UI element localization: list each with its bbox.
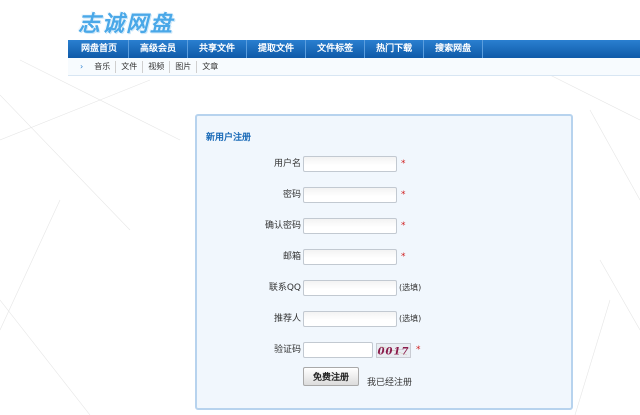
subnav-item-music[interactable]: 音乐 <box>89 60 117 73</box>
password-label: 密码 <box>282 190 301 200</box>
required-mark: * <box>401 221 406 231</box>
captcha-label: 验证码 <box>273 345 301 355</box>
register-panel: 新用户注册 用户名 * 密码 * 确认密码 * 邮箱 * 联系QQ (选填) 推… <box>195 114 573 410</box>
register-button[interactable]: 免费注册 <box>303 367 359 386</box>
referrer-input[interactable] <box>303 311 397 327</box>
nav-item-shared-files[interactable]: 共享文件 <box>188 40 248 58</box>
qq-input[interactable] <box>303 280 397 296</box>
main-nav: 网盘首页 高级会员 共享文件 提取文件 文件标签 热门下载 搜索网盘 <box>68 40 640 58</box>
nav-item-home[interactable]: 网盘首页 <box>68 40 130 58</box>
required-mark: * <box>401 159 406 169</box>
nav-item-extract-files[interactable]: 提取文件 <box>247 40 307 58</box>
subnav-item-files[interactable]: 文件 <box>116 60 144 73</box>
optional-note: (选填) <box>399 314 422 323</box>
sub-nav: › 音乐 文件 视频 图片 文章 <box>68 58 640 76</box>
referrer-row: 推荐人 (选填) <box>197 311 575 327</box>
already-registered-link[interactable]: 我已经注册 <box>367 375 412 388</box>
chevron-right-icon: › <box>80 62 84 71</box>
subnav-item-videos[interactable]: 视频 <box>143 60 171 73</box>
email-row: 邮箱 * <box>197 249 575 265</box>
email-input[interactable] <box>303 249 397 265</box>
qq-row: 联系QQ (选填) <box>197 280 575 296</box>
captcha-image[interactable]: 0017 <box>376 342 411 358</box>
panel-title: 新用户注册 <box>206 133 252 143</box>
required-mark: * <box>416 345 421 355</box>
username-input[interactable] <box>303 156 397 172</box>
email-label: 邮箱 <box>282 252 301 262</box>
username-label: 用户名 <box>273 159 301 169</box>
password-row: 密码 * <box>197 187 575 203</box>
captcha-text: 0017 <box>378 346 410 357</box>
site-logo[interactable]: 志诚网盘 <box>78 6 174 38</box>
confirm-password-row: 确认密码 * <box>197 218 575 234</box>
required-mark: * <box>401 252 406 262</box>
captcha-row: 验证码 0017 * <box>197 342 575 358</box>
required-mark: * <box>401 190 406 200</box>
nav-item-hot-downloads[interactable]: 热门下载 <box>365 40 425 58</box>
subnav-item-articles[interactable]: 文章 <box>197 61 223 73</box>
confirm-password-label: 确认密码 <box>264 221 301 231</box>
subnav-item-images[interactable]: 图片 <box>170 60 198 73</box>
qq-label: 联系QQ <box>268 283 301 293</box>
referrer-label: 推荐人 <box>273 314 301 324</box>
nav-item-file-tags[interactable]: 文件标签 <box>306 40 366 58</box>
username-row: 用户名 * <box>197 156 575 172</box>
confirm-password-input[interactable] <box>303 218 397 234</box>
captcha-input[interactable] <box>303 342 373 358</box>
nav-item-search[interactable]: 搜索网盘 <box>424 40 484 58</box>
optional-note: (选填) <box>399 283 422 292</box>
password-input[interactable] <box>303 187 397 203</box>
nav-item-vip[interactable]: 高级会员 <box>129 40 189 58</box>
